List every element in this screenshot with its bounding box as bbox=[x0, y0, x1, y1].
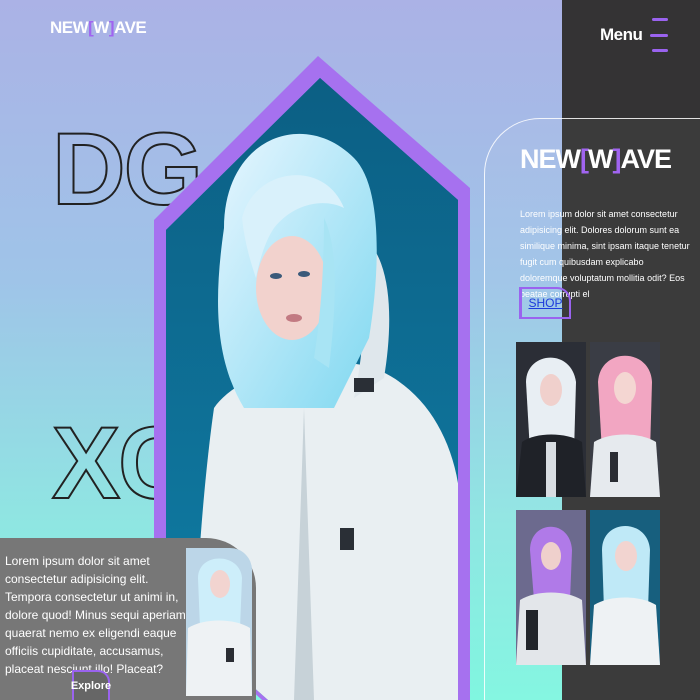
card-logo-suffix: AVE bbox=[620, 144, 672, 174]
gallery-thumbnail-4[interactable] bbox=[590, 510, 660, 665]
page: NEW[W]AVE Menu DG XC NEW[W]AVE Lorem ips… bbox=[0, 0, 700, 700]
gallery-thumbnail-2[interactable] bbox=[590, 342, 660, 497]
bottom-card-text: Lorem ipsum dolor sit amet consectetur a… bbox=[5, 554, 186, 676]
bottom-card-thumbnail bbox=[186, 548, 252, 696]
card-logo: NEW[W]AVE bbox=[520, 144, 672, 175]
card-logo-w: W bbox=[588, 144, 614, 174]
shop-button[interactable]: SHOP bbox=[519, 287, 571, 319]
card-logo-prefix: NEW bbox=[520, 144, 581, 174]
gallery-thumbnail-3[interactable] bbox=[516, 510, 586, 665]
explore-button[interactable]: Explore bbox=[71, 670, 111, 700]
gallery-thumbnail-1[interactable] bbox=[516, 342, 586, 497]
card-logo-bracket-open: [ bbox=[580, 144, 589, 174]
